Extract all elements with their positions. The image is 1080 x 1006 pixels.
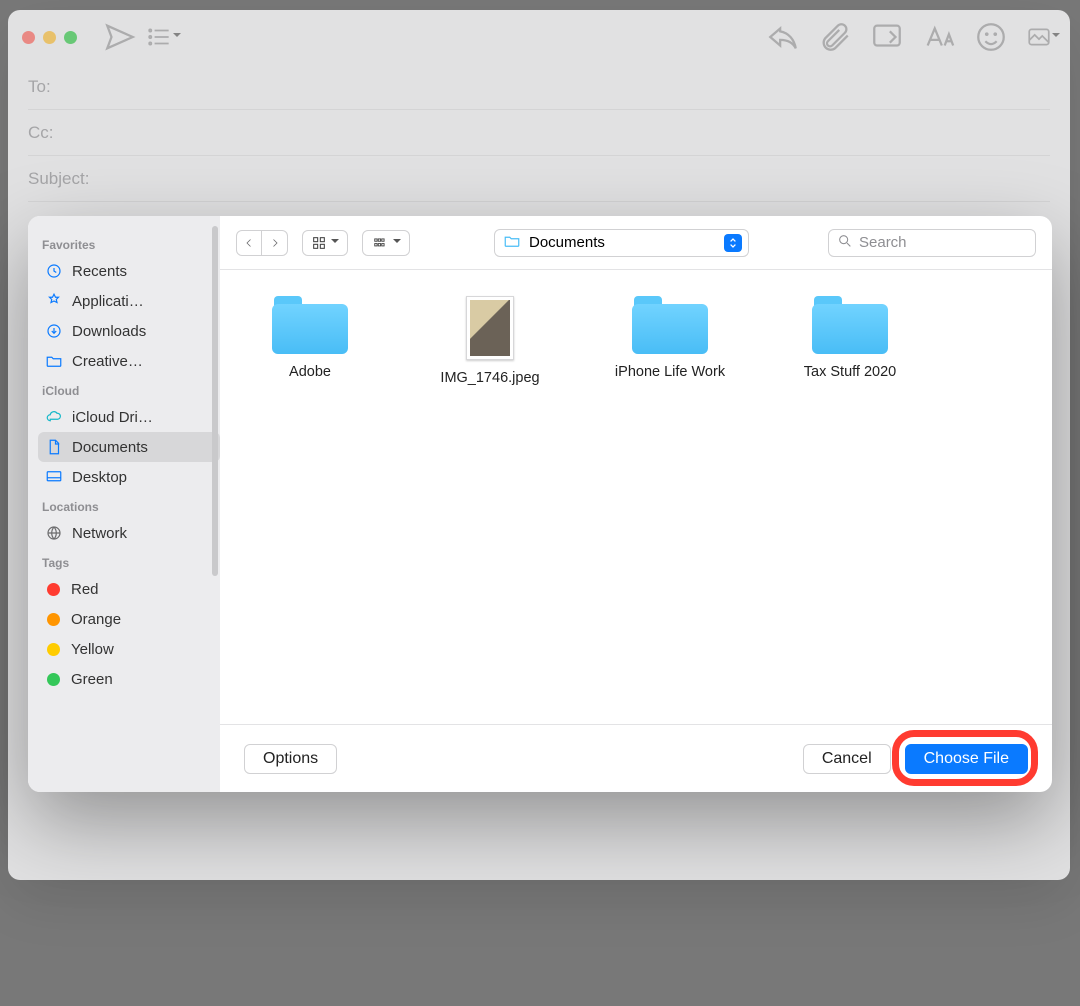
icloud-header: iCloud	[38, 376, 220, 402]
folder-icon	[632, 296, 708, 354]
location-popup[interactable]: Documents	[494, 229, 749, 257]
cc-field[interactable]: Cc:	[28, 110, 1050, 156]
markup-icon[interactable]	[870, 22, 904, 52]
applications-icon	[44, 291, 64, 311]
file-name: IMG_1746.jpeg	[440, 370, 539, 386]
file-item[interactable]: Tax Stuff 2020	[780, 296, 920, 380]
tags-header: Tags	[38, 548, 220, 574]
clock-icon	[44, 261, 64, 281]
file-grid: Adobe IMG_1746.jpeg iPhone Life Work Tax St…	[220, 270, 1052, 724]
dialog-main: Documents Search Adobe IMG_1746.jpeg iPhon…	[220, 216, 1052, 792]
sidebar-tag-orange[interactable]: Orange	[38, 604, 220, 634]
sidebar-tag-green[interactable]: Green	[38, 664, 220, 694]
downloads-icon	[44, 321, 64, 341]
sidebar-item-label: Yellow	[71, 641, 114, 658]
folder-icon	[812, 296, 888, 354]
tag-dot-icon	[47, 673, 60, 686]
file-name: Tax Stuff 2020	[804, 364, 896, 380]
file-item[interactable]: iPhone Life Work	[600, 296, 740, 380]
send-icon[interactable]	[103, 22, 137, 52]
file-item[interactable]: IMG_1746.jpeg	[420, 296, 560, 386]
sidebar-item-label: Green	[71, 671, 113, 688]
dialog-footer: Options Cancel Choose File	[220, 724, 1052, 792]
sidebar-item-label: Recents	[72, 263, 127, 280]
sidebar-item-label: Desktop	[72, 469, 127, 486]
locations-header: Locations	[38, 492, 220, 518]
file-name: iPhone Life Work	[615, 364, 725, 380]
back-button[interactable]	[236, 230, 262, 256]
image-thumbnail	[466, 296, 514, 360]
options-button[interactable]: Options	[244, 744, 337, 774]
minimize-window-button[interactable]	[43, 31, 56, 44]
file-item[interactable]: Adobe	[240, 296, 380, 380]
font-icon[interactable]	[922, 22, 956, 52]
folder-icon	[44, 351, 64, 371]
window-controls	[22, 31, 77, 44]
sidebar-tag-yellow[interactable]: Yellow	[38, 634, 220, 664]
sidebar-item-applications[interactable]: Applicati…	[38, 286, 220, 316]
choose-label: Choose File	[924, 750, 1009, 768]
to-label: To:	[28, 77, 51, 97]
sidebar-item-desktop[interactable]: Desktop	[38, 462, 220, 492]
tag-dot-icon	[47, 613, 60, 626]
tag-dot-icon	[47, 583, 60, 596]
sidebar: Favorites Recents Applicati… Downloads C…	[28, 216, 220, 792]
options-label: Options	[263, 750, 318, 768]
sidebar-item-creative[interactable]: Creative…	[38, 346, 220, 376]
photo-browser-icon[interactable]	[1026, 22, 1060, 52]
sidebar-item-label: Downloads	[72, 323, 146, 340]
sidebar-item-label: Orange	[71, 611, 121, 628]
search-placeholder: Search	[859, 234, 907, 251]
choose-file-button[interactable]: Choose File	[905, 744, 1028, 774]
document-icon	[44, 437, 64, 457]
dialog-toolbar: Documents Search	[220, 216, 1052, 270]
close-window-button[interactable]	[22, 31, 35, 44]
forward-button[interactable]	[262, 230, 288, 256]
folder-icon	[272, 296, 348, 354]
cloud-icon	[44, 407, 64, 427]
popup-arrows-icon	[724, 234, 742, 252]
view-mode-icons[interactable]	[302, 230, 348, 256]
sidebar-item-label: Applicati…	[72, 293, 144, 310]
subject-field[interactable]: Subject:	[28, 156, 1050, 202]
sidebar-item-label: Red	[71, 581, 99, 598]
search-icon	[837, 233, 853, 253]
sidebar-scrollbar[interactable]	[212, 226, 218, 576]
cancel-label: Cancel	[822, 750, 872, 768]
reply-icon[interactable]	[766, 22, 800, 52]
sidebar-item-network[interactable]: Network	[38, 518, 220, 548]
sidebar-item-icloud-drive[interactable]: iCloud Dri…	[38, 402, 220, 432]
favorites-header: Favorites	[38, 230, 220, 256]
sidebar-item-label: Documents	[72, 439, 148, 456]
mail-toolbar	[8, 10, 1070, 64]
sidebar-item-label: Creative…	[72, 353, 143, 370]
emoji-icon[interactable]	[974, 22, 1008, 52]
cancel-button[interactable]: Cancel	[803, 744, 891, 774]
sidebar-tag-red[interactable]: Red	[38, 574, 220, 604]
desktop-icon	[44, 467, 64, 487]
file-chooser-dialog: Favorites Recents Applicati… Downloads C…	[28, 216, 1052, 792]
zoom-window-button[interactable]	[64, 31, 77, 44]
attach-icon[interactable]	[818, 22, 852, 52]
location-label: Documents	[529, 234, 605, 251]
cc-label: Cc:	[28, 123, 54, 143]
sidebar-item-label: iCloud Dri…	[72, 409, 153, 426]
search-field[interactable]: Search	[828, 229, 1036, 257]
subject-label: Subject:	[28, 169, 89, 189]
sidebar-item-documents[interactable]: Documents	[38, 432, 220, 462]
to-field[interactable]: To:	[28, 64, 1050, 110]
nav-back-forward	[236, 230, 288, 256]
sidebar-item-recents[interactable]: Recents	[38, 256, 220, 286]
globe-icon	[44, 523, 64, 543]
tag-dot-icon	[47, 643, 60, 656]
group-mode[interactable]	[362, 230, 410, 256]
folder-icon	[503, 232, 521, 254]
sidebar-item-downloads[interactable]: Downloads	[38, 316, 220, 346]
list-format-icon[interactable]	[147, 22, 181, 52]
sidebar-item-label: Network	[72, 525, 127, 542]
file-name: Adobe	[289, 364, 331, 380]
